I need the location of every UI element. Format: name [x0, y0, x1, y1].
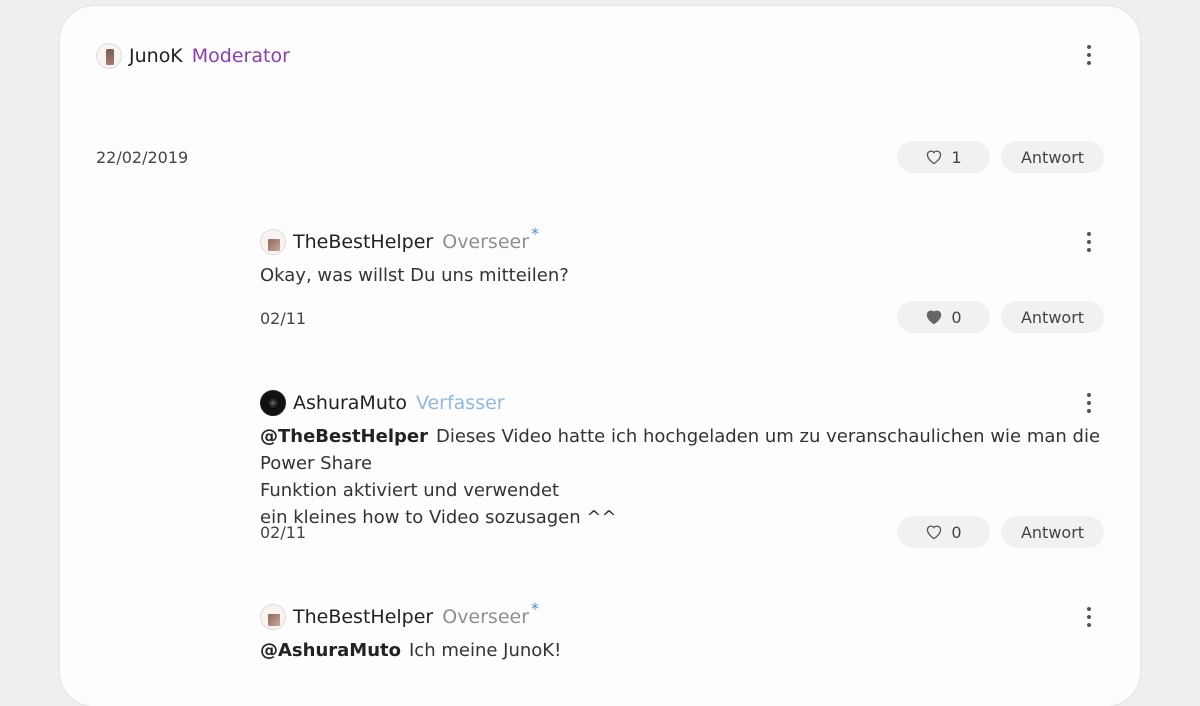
comment-date: 02/11 [260, 309, 307, 328]
post-card [60, 6, 1140, 706]
more-options-icon[interactable] [1079, 604, 1099, 630]
reply-button[interactable]: Antwort [1001, 516, 1104, 548]
like-count: 0 [951, 522, 962, 542]
more-options-icon[interactable] [1079, 42, 1099, 68]
like-button[interactable]: 1 [897, 141, 990, 173]
mention-link[interactable]: @TheBestHelper [260, 426, 428, 447]
author-name[interactable]: TheBestHelper [293, 606, 433, 628]
like-count: 1 [951, 147, 962, 167]
comment-header: TheBestHelper Overseer * [260, 224, 539, 255]
role-badge-overseer: Overseer [442, 231, 530, 253]
like-count: 0 [951, 307, 962, 327]
comment-date: 02/11 [260, 523, 307, 542]
mention-link[interactable]: @AshuraMuto [260, 640, 401, 661]
heart-outline-icon [927, 150, 942, 165]
user-avatar[interactable] [260, 229, 286, 255]
author-name[interactable]: JunoK [129, 45, 183, 67]
comment-header: AshuraMuto Verfasser [260, 390, 505, 416]
user-avatar[interactable] [260, 604, 286, 630]
text-line: Ich meine JunoK! [409, 640, 562, 661]
like-button[interactable]: 0 [897, 516, 990, 548]
reply-button[interactable]: Antwort [1001, 141, 1104, 173]
user-avatar[interactable] [260, 390, 286, 416]
author-name[interactable]: AshuraMuto [293, 392, 407, 414]
role-star: * [531, 598, 540, 618]
more-options-icon[interactable] [1079, 229, 1099, 255]
like-button[interactable]: 0 [897, 301, 990, 333]
post-date: 22/02/2019 [96, 148, 189, 167]
role-badge-moderator: Moderator [191, 45, 290, 67]
role-badge-author: Verfasser [415, 392, 505, 414]
text-line: Funktion aktiviert und verwendet [260, 480, 560, 501]
role-badge-overseer: Overseer [442, 606, 530, 628]
reply-button[interactable]: Antwort [1001, 301, 1104, 333]
author-name[interactable]: TheBestHelper [293, 231, 433, 253]
comment-text: Okay, was willst Du uns mitteilen? [260, 265, 569, 286]
more-options-icon[interactable] [1079, 390, 1099, 416]
heart-outline-icon [927, 525, 942, 540]
text-line: ein kleines how to Video sozusagen ^^ [260, 507, 617, 528]
comment-text: @TheBestHelper Dieses Video hatte ich hoc… [260, 423, 1120, 531]
role-star: * [531, 223, 540, 243]
comment-header: TheBestHelper Overseer * [260, 599, 539, 630]
heart-filled-icon [927, 310, 942, 325]
post-header: JunoK Moderator [96, 43, 290, 69]
comment-text: @AshuraMuto Ich meine JunoK! [260, 637, 561, 664]
user-avatar[interactable] [96, 43, 122, 69]
